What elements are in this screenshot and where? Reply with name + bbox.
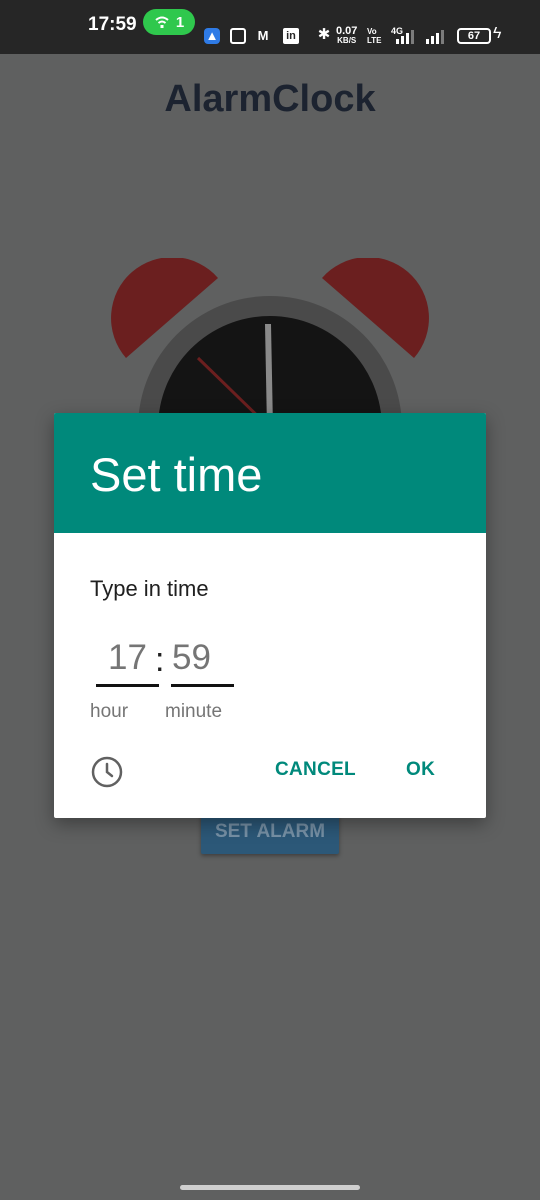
minute-label: minute — [165, 701, 223, 722]
signal-icon — [396, 30, 414, 44]
app-icon — [230, 28, 246, 44]
alarm-clock-illustration — [111, 258, 429, 428]
dialog-title: Set time — [90, 448, 263, 501]
hour-label: hour — [90, 701, 129, 722]
network-speed-value: 0.07 — [336, 25, 358, 37]
lte-label: LTE — [367, 36, 382, 45]
battery-icon: 67 — [457, 28, 491, 44]
hour-input[interactable]: 17 — [96, 637, 159, 687]
ok-button[interactable]: OK — [406, 759, 435, 781]
hotspot-indicator: 1 — [143, 9, 195, 35]
hotspot-icon — [155, 16, 169, 28]
battery-level: 67 — [467, 30, 481, 42]
bluetooth-icon: ✱ — [317, 26, 331, 43]
volte-indicator: Vo LTE — [367, 27, 382, 45]
hotspot-count: 1 — [175, 13, 185, 31]
dialog-subtitle: Type in time — [90, 576, 209, 601]
status-bar: 17:59 1 ▲ M in ✱ 0.07 KB/S Vo LTE 4G 67 … — [0, 0, 540, 54]
linkedin-icon: in — [283, 28, 299, 44]
minute-input[interactable]: 59 — [171, 637, 234, 687]
status-time: 17:59 — [88, 14, 137, 35]
signal-icon — [426, 30, 444, 44]
gesture-nav-handle[interactable] — [180, 1185, 360, 1190]
charging-icon: ϟ — [493, 25, 502, 42]
volte-label: Vo — [367, 27, 377, 36]
time-separator: : — [155, 641, 165, 679]
app-title: AlarmClock — [164, 78, 376, 120]
clock-icon[interactable] — [90, 755, 124, 789]
network-speed: 0.07 KB/S — [336, 26, 357, 46]
cancel-button[interactable]: CANCEL — [275, 759, 356, 781]
network-speed-unit: KB/S — [337, 36, 357, 45]
app-icon: ▲ — [204, 28, 220, 44]
dialog-header: Set time — [54, 413, 486, 533]
time-picker-dialog: Set time Type in time 17 : 59 hour minut… — [54, 413, 486, 818]
gmail-icon: M — [257, 28, 269, 43]
